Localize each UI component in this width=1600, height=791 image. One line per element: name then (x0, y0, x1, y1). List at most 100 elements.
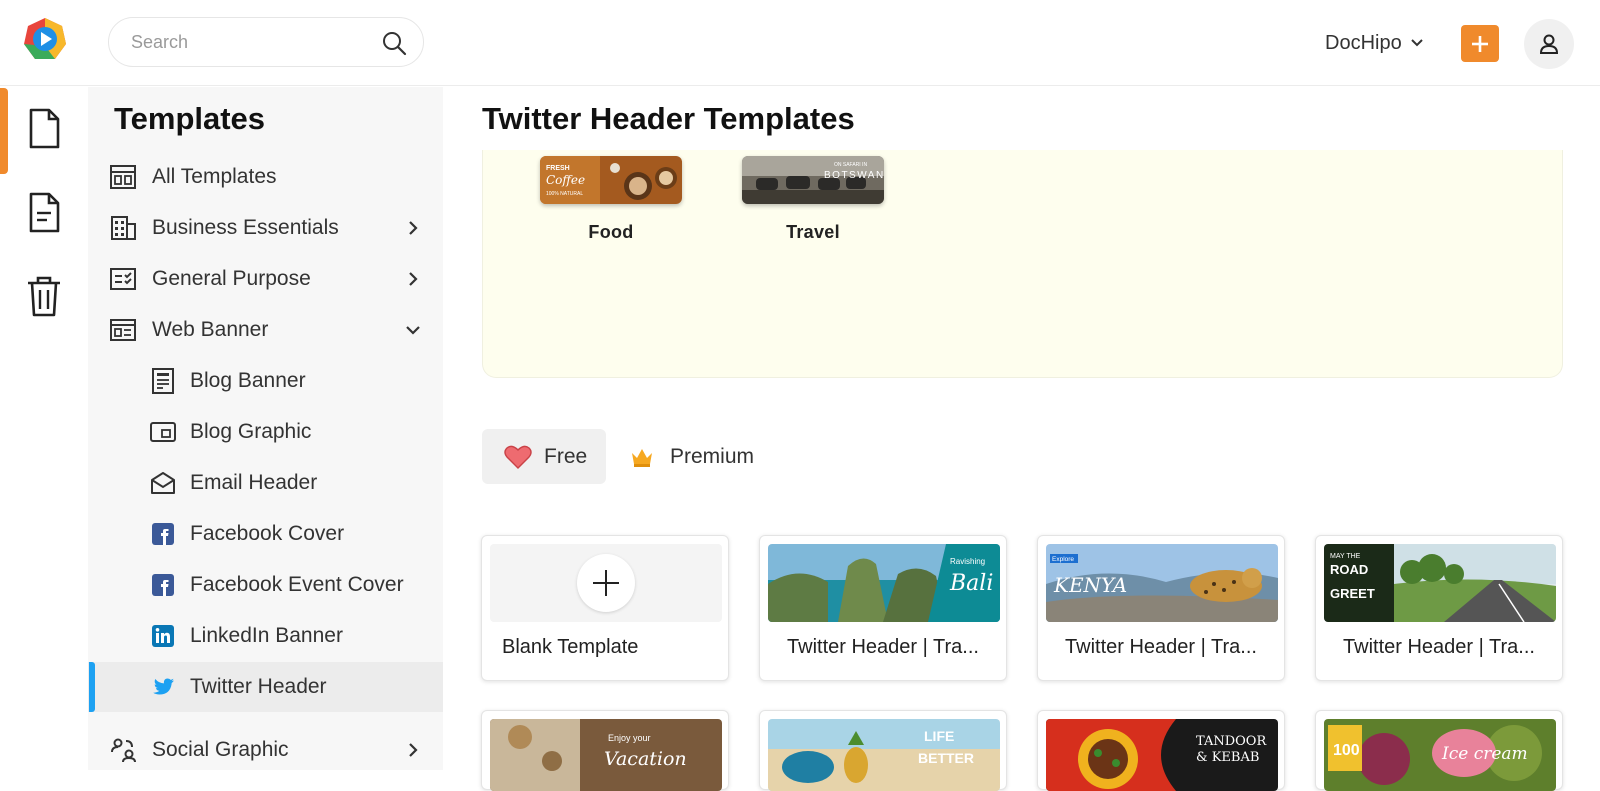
category-label: Travel (786, 222, 840, 242)
sidebar-item-web-banner[interactable]: Web Banner (88, 305, 443, 355)
sidebar-item-label: LinkedIn Banner (190, 624, 343, 647)
sidebar-item-general-purpose[interactable]: General Purpose (88, 254, 443, 304)
category-label: Food (588, 222, 634, 242)
template-card[interactable]: MAY THE ROAD GREET Twitter Header | Tra.… (1315, 535, 1563, 681)
template-card[interactable]: TANDOOR & KEBAB (1037, 710, 1285, 791)
rail-active-indicator (0, 88, 8, 174)
facebook-icon (152, 574, 174, 596)
template-thumbnail: 100 Ice cream (1324, 719, 1556, 791)
chevron-right-icon (409, 272, 418, 286)
heart-icon (504, 445, 532, 469)
workspace-name: DocHipo (1325, 31, 1402, 54)
chevron-down-icon (406, 326, 420, 335)
thumb-sub: Ravishing (950, 557, 985, 566)
thumb-sub: Enjoy your (608, 733, 651, 743)
thumb-sub: 100 (1333, 742, 1360, 759)
template-title: Twitter Header | Tra... (1343, 636, 1535, 658)
template-card[interactable]: Ravishing Bali Twitter Header | Tra... (759, 535, 1007, 681)
linkedin-icon (152, 625, 174, 647)
svg-text:GREET: GREET (1330, 586, 1375, 601)
template-thumbnail: Enjoy your Vacation (490, 719, 722, 791)
svg-text:100% NATURAL: 100% NATURAL (546, 191, 583, 197)
plus-icon[interactable] (577, 554, 635, 612)
search-input[interactable] (131, 18, 371, 66)
sidebar-item-twitter-header[interactable]: Twitter Header (88, 662, 443, 712)
filter-free-label: Free (544, 444, 588, 468)
templates-rail-icon[interactable] (26, 107, 62, 151)
sidebar-item-blog-graphic[interactable]: Blog Graphic (88, 407, 443, 457)
svg-text:Coffee: Coffee (546, 173, 585, 187)
template-thumbnail: LIFE BETTER (768, 719, 1000, 791)
chevron-down-icon (1410, 39, 1423, 47)
thumb-sub: Explore (1052, 556, 1074, 563)
social-graphic-icon (111, 738, 136, 763)
svg-text:BOTSWANA: BOTSWANA (824, 170, 884, 181)
sidebar-item-social-graphic[interactable]: Social Graphic (88, 725, 443, 775)
template-title: Twitter Header | Tra... (1065, 636, 1257, 658)
top-bar: DocHipo (0, 0, 1600, 86)
sidebar-item-facebook-cover[interactable]: Facebook Cover (88, 509, 443, 559)
documents-rail-icon[interactable] (26, 191, 62, 235)
dochipo-logo-icon[interactable] (22, 16, 68, 62)
sidebar-item-facebook-event-cover[interactable]: Facebook Event Cover (88, 560, 443, 610)
svg-text:Ice cream: Ice cream (1441, 744, 1528, 764)
trash-rail-icon[interactable] (26, 274, 62, 318)
facebook-icon (152, 523, 174, 545)
svg-text:& KEBAB: & KEBAB (1196, 750, 1259, 765)
create-new-button[interactable] (1461, 25, 1499, 62)
template-card[interactable]: 100 Ice cream (1315, 710, 1563, 791)
sidebar-item-label: All Templates (152, 165, 277, 188)
checklist-icon (110, 268, 136, 290)
thumb-sub: MAY THE (1330, 553, 1361, 560)
sidebar-item-business-essentials[interactable]: Business Essentials (88, 203, 443, 253)
user-avatar[interactable] (1524, 19, 1574, 69)
grid-icon (110, 165, 136, 189)
web-banner-icon (110, 319, 136, 341)
svg-text:LIFE: LIFE (924, 728, 954, 744)
sidebar-item-label: Blog Banner (190, 369, 306, 392)
crown-icon (632, 448, 652, 467)
twitter-icon (153, 678, 174, 695)
blank-template-card[interactable]: Blank Template (481, 535, 729, 681)
template-card[interactable]: LIFE BETTER (759, 710, 1007, 791)
building-icon (111, 216, 136, 240)
sidebar-item-label: Social Graphic (152, 738, 289, 761)
template-thumbnail: TANDOOR & KEBAB (1046, 719, 1278, 791)
category-thumbnail: ON SAFARI IN BOTSWANA (742, 156, 884, 204)
search-icon[interactable] (381, 30, 407, 56)
category-thumbnail: FRESH Coffee 100% NATURAL (540, 156, 682, 204)
blog-banner-icon (152, 368, 174, 394)
category-food[interactable]: FRESH Coffee 100% NATURAL Food (540, 156, 682, 243)
chevron-right-icon (409, 221, 418, 235)
search-box[interactable] (108, 17, 424, 67)
template-card[interactable]: Explore KENYA Twitter Header | Tra... (1037, 535, 1285, 681)
template-card[interactable]: Enjoy your Vacation (481, 710, 729, 791)
template-thumbnail: Ravishing Bali (768, 544, 1000, 622)
thumb-text: KENYA (1053, 573, 1127, 597)
thumb-text: Vacation (604, 748, 687, 770)
template-thumbnail: MAY THE ROAD GREET (1324, 544, 1556, 622)
filter-free[interactable]: Free (482, 429, 606, 484)
workspace-dropdown[interactable]: DocHipo (1325, 28, 1424, 58)
sidebar-item-all-templates[interactable]: All Templates (88, 152, 443, 202)
sidebar-item-label: General Purpose (152, 267, 311, 290)
filter-premium[interactable]: Premium (630, 429, 754, 484)
page-title: Twitter Header Templates (482, 101, 855, 136)
category-panel: FRESH Coffee 100% NATURAL Food ON SAFARI… (482, 150, 1563, 378)
envelope-icon (151, 472, 175, 494)
user-icon (1539, 34, 1559, 54)
left-rail (0, 87, 88, 770)
category-travel[interactable]: ON SAFARI IN BOTSWANA Travel (742, 156, 884, 243)
template-title: Blank Template (502, 636, 639, 658)
svg-text:TANDOOR: TANDOOR (1196, 734, 1267, 749)
sidebar-item-label: Twitter Header (190, 675, 327, 698)
sidebar-item-blog-banner[interactable]: Blog Banner (88, 356, 443, 406)
sidebar-item-email-header[interactable]: Email Header (88, 458, 443, 508)
template-thumbnail: Explore KENYA (1046, 544, 1278, 622)
template-title: Twitter Header | Tra... (787, 636, 979, 658)
sidebar-item-linkedin-banner[interactable]: LinkedIn Banner (88, 611, 443, 661)
svg-text:BETTER: BETTER (918, 750, 974, 766)
blog-graphic-icon (150, 422, 176, 442)
active-indicator (89, 662, 95, 712)
sidebar-title: Templates (114, 101, 266, 136)
